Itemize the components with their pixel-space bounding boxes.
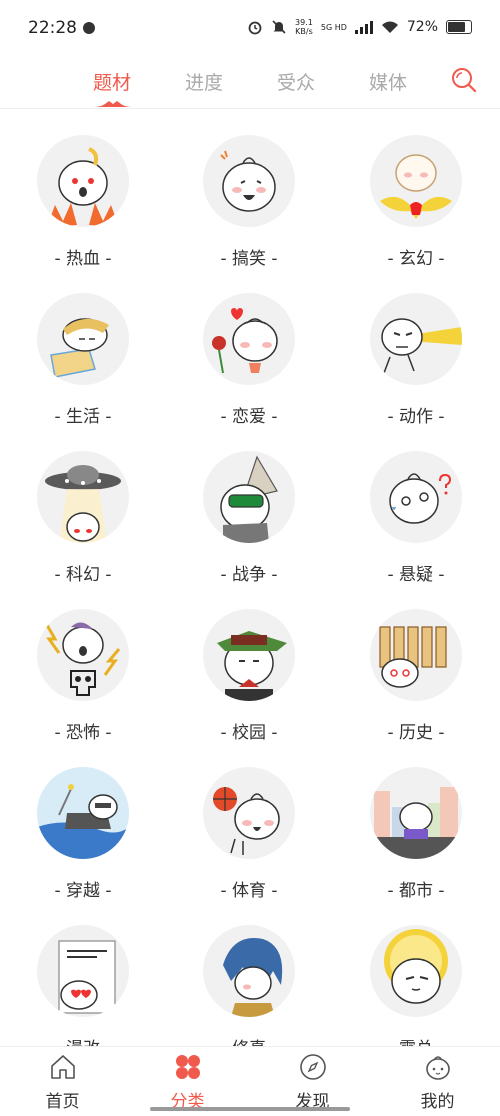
alarm-icon: [248, 21, 262, 35]
category-item-dushi[interactable]: - 都市 -: [333, 740, 499, 901]
stopwatch-icon: [83, 22, 95, 34]
category-item-chuanyue[interactable]: - 穿越 -: [0, 740, 166, 901]
nav-category[interactable]: 分类: [125, 1047, 250, 1116]
nav-mine[interactable]: 我的: [375, 1047, 500, 1116]
category-item-kongbu[interactable]: - 恐怖 -: [0, 582, 166, 743]
status-time: 22:28: [28, 18, 77, 38]
wifi-icon: [381, 21, 398, 33]
speed-unit: KB/s: [295, 27, 313, 36]
category-item-shenghuo[interactable]: - 生活 -: [0, 266, 166, 427]
category-grid: - 热血 - - 搞笑 - - 玄幻 - - 生活 - - 恋爱 - - 动作 …: [0, 108, 500, 1046]
category-clover-icon: [175, 1055, 200, 1079]
category-item-lianai[interactable]: - 恋爱 -: [166, 266, 332, 427]
home-indicator[interactable]: [150, 1107, 350, 1111]
category-item-xuanyi[interactable]: - 悬疑 -: [333, 424, 499, 585]
category-label: - 霸总 -: [333, 1034, 499, 1046]
mascot-adaptation-icon: [37, 925, 129, 1017]
mascot-mystery-icon: [370, 451, 462, 543]
mascot-cultivation-icon: [203, 925, 295, 1017]
status-bar: 22:28 39.1 KB/s 5G HD 72%: [0, 0, 500, 58]
mute-bell-icon: [272, 20, 286, 34]
category-item-mangai[interactable]: - 漫改 -: [0, 898, 166, 1046]
category-item-kehuan[interactable]: - 科幻 -: [0, 424, 166, 585]
mascot-campus-icon: [203, 609, 295, 701]
signal-icon: [354, 20, 373, 34]
mascot-profile-icon: [425, 1056, 450, 1080]
mascot-timetravel-icon: [37, 767, 129, 859]
tab-audience[interactable]: 受众: [277, 68, 315, 95]
nav-home-label: 首页: [45, 1092, 80, 1112]
mascot-funny-icon: [203, 135, 295, 227]
mascot-hotblood-icon: [37, 135, 129, 227]
mascot-city-icon: [370, 767, 462, 859]
nav-home[interactable]: 首页: [0, 1047, 125, 1116]
category-item-zhanzheng[interactable]: - 战争 -: [166, 424, 332, 585]
active-tab-indicator: [93, 101, 133, 107]
category-label: - 修真 -: [166, 1034, 332, 1046]
mascot-fantasy-icon: [370, 135, 462, 227]
compass-icon: [299, 1054, 326, 1080]
tab-progress[interactable]: 进度: [185, 68, 223, 95]
category-label: - 漫改 -: [0, 1034, 166, 1046]
category-tabs: 题材 进度 受众 媒体: [0, 58, 500, 109]
speed-value: 39.1: [295, 18, 313, 27]
home-icon: [50, 1055, 75, 1079]
nav-discover[interactable]: 发现: [250, 1047, 375, 1116]
category-item-xiuzhen[interactable]: - 修真 -: [166, 898, 332, 1046]
mascot-history-icon: [370, 609, 462, 701]
mascot-romance-icon: [203, 293, 295, 385]
category-item-xiaoyuan[interactable]: - 校园 -: [166, 582, 332, 743]
search-icon[interactable]: [450, 66, 478, 94]
mascot-ceo-icon: [370, 925, 462, 1017]
category-item-bazong[interactable]: - 霸总 -: [333, 898, 499, 1046]
mascot-life-icon: [37, 293, 129, 385]
category-item-lishi[interactable]: - 历史 -: [333, 582, 499, 743]
category-item-dongzuo[interactable]: - 动作 -: [333, 266, 499, 427]
mascot-action-icon: [370, 293, 462, 385]
battery-icon: [446, 20, 472, 34]
category-item-tiyu[interactable]: - 体育 -: [166, 740, 332, 901]
tab-subject[interactable]: 题材: [93, 68, 131, 95]
tab-media[interactable]: 媒体: [369, 68, 407, 95]
bottom-navigation: 首页 分类 发现 我的: [0, 1046, 500, 1116]
category-item-xuanhuan[interactable]: - 玄幻 -: [333, 108, 499, 269]
category-item-rexue[interactable]: - 热血 -: [0, 108, 166, 269]
mascot-war-icon: [203, 451, 295, 543]
mascot-horror-icon: [37, 609, 129, 701]
net-type: 5G HD: [320, 22, 347, 32]
nav-mine-label: 我的: [420, 1092, 455, 1112]
mascot-scifi-icon: [37, 451, 129, 543]
mascot-sports-icon: [203, 767, 295, 859]
category-item-gaoxiao[interactable]: - 搞笑 -: [166, 108, 332, 269]
network-speed: 39.1 KB/s: [295, 18, 313, 36]
battery-percent: 72%: [406, 19, 438, 35]
